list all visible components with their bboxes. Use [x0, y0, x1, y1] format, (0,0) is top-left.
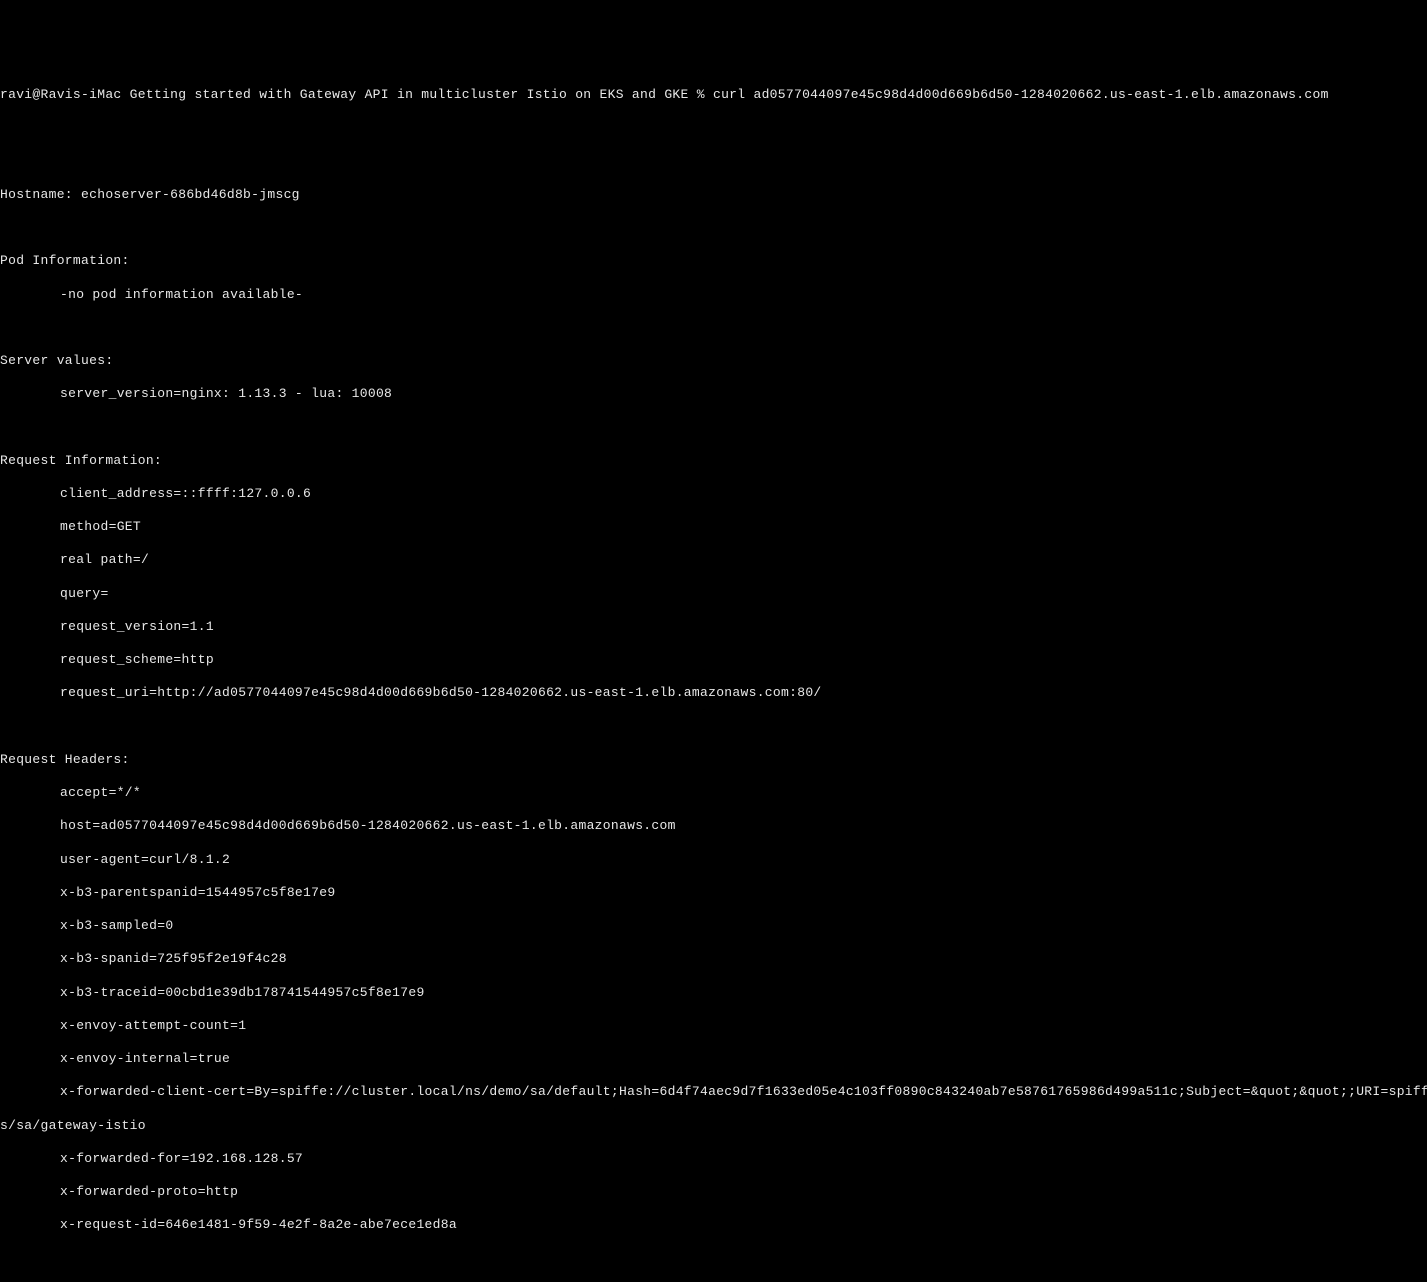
client-address-line: client_address=::ffff:127.0.0.6 — [0, 486, 1427, 503]
request-info-header: Request Information: — [0, 453, 1427, 470]
x-request-id-line: x-request-id=646e1481-9f59-4e2f-8a2e-abe… — [0, 1217, 1427, 1234]
prompt-cwd: Getting started with Gateway API in mult… — [130, 87, 689, 102]
x-forwarded-client-cert-wrap: s/sa/gateway-istio — [0, 1118, 1427, 1135]
blank-line — [0, 120, 1427, 137]
x-envoy-attempt-count-line: x-envoy-attempt-count=1 — [0, 1018, 1427, 1035]
request-scheme-line: request_scheme=http — [0, 652, 1427, 669]
x-forwarded-client-cert-line: x-forwarded-client-cert=By=spiffe://clus… — [0, 1084, 1427, 1101]
blank-line — [0, 220, 1427, 237]
terminal-window[interactable]: ravi@Ravis-iMac Getting started with Gat… — [0, 71, 1427, 700]
pod-info-header: Pod Information: — [0, 253, 1427, 270]
x-envoy-internal-line: x-envoy-internal=true — [0, 1051, 1427, 1068]
user-agent-line: user-agent=curl/8.1.2 — [0, 852, 1427, 869]
server-values-header: Server values: — [0, 353, 1427, 370]
hostname-line: Hostname: echoserver-686bd46d8b-jmscg — [0, 187, 1427, 204]
request-version-line: request_version=1.1 — [0, 619, 1427, 636]
request-headers-header: Request Headers: — [0, 752, 1427, 769]
command-prompt-line: ravi@Ravis-iMac Getting started with Gat… — [0, 87, 1427, 104]
x-b3-traceid-line: x-b3-traceid=00cbd1e39db178741544957c5f8… — [0, 985, 1427, 1002]
blank-line — [0, 1251, 1427, 1268]
blank-line — [0, 719, 1427, 736]
prompt-symbol: % — [697, 87, 705, 102]
blank-line — [0, 420, 1427, 437]
hostname-label: Hostname: — [0, 187, 73, 202]
pod-info-value: -no pod information available- — [0, 287, 1427, 304]
blank-line — [0, 320, 1427, 337]
host-line: host=ad0577044097e45c98d4d00d669b6d50-12… — [0, 818, 1427, 835]
query-line: query= — [0, 586, 1427, 603]
real-path-line: real path=/ — [0, 552, 1427, 569]
accept-line: accept=*/* — [0, 785, 1427, 802]
blank-line — [0, 154, 1427, 171]
x-b3-parentspanid-line: x-b3-parentspanid=1544957c5f8e17e9 — [0, 885, 1427, 902]
x-forwarded-proto-line: x-forwarded-proto=http — [0, 1184, 1427, 1201]
server-values-value: server_version=nginx: 1.13.3 - lua: 1000… — [0, 386, 1427, 403]
x-forwarded-for-line: x-forwarded-for=192.168.128.57 — [0, 1151, 1427, 1168]
x-b3-sampled-line: x-b3-sampled=0 — [0, 918, 1427, 935]
x-b3-spanid-line: x-b3-spanid=725f95f2e19f4c28 — [0, 951, 1427, 968]
hostname-value: echoserver-686bd46d8b-jmscg — [81, 187, 300, 202]
request-uri-line: request_uri=http://ad0577044097e45c98d4d… — [0, 685, 1427, 702]
prompt-user-host: ravi@Ravis-iMac — [0, 87, 122, 102]
method-line: method=GET — [0, 519, 1427, 536]
command-text: curl ad0577044097e45c98d4d00d669b6d50-12… — [713, 87, 1329, 102]
